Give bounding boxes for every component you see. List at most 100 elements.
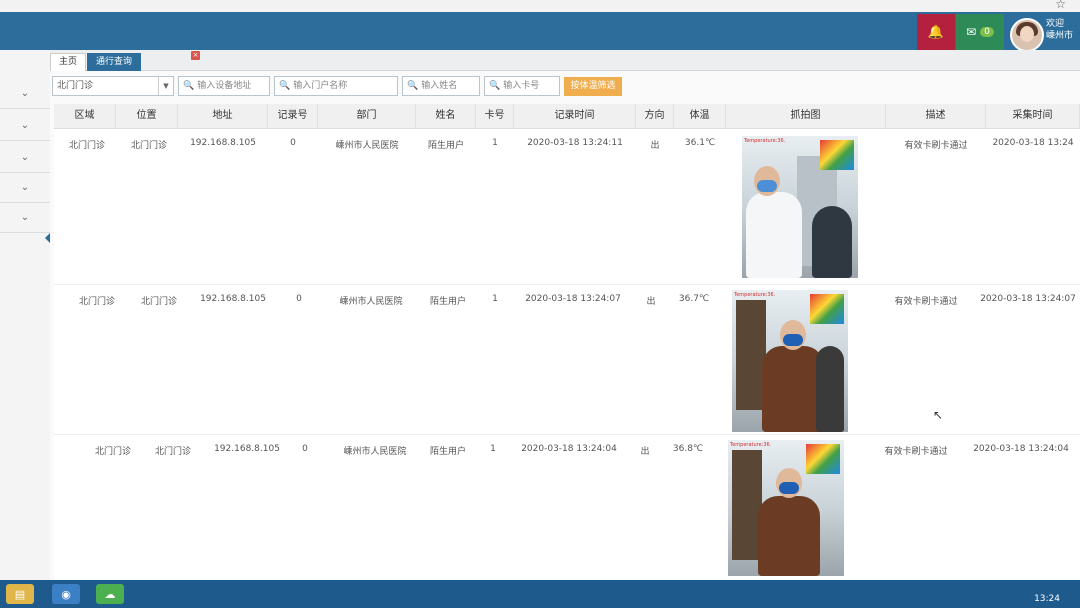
- table-row[interactable]: 北门门诊 北门门诊 192.168.8.105 0 嵊州市人民医院 陌生用户 1…: [54, 434, 1080, 580]
- column-header[interactable]: 部门: [318, 104, 416, 128]
- cell-location: 北门门诊: [154, 447, 191, 457]
- cell-record-time: 2020-03-18 13:24:04: [521, 444, 617, 454]
- notifications-button[interactable]: 🔔: [917, 14, 955, 50]
- cell-temperature: 36.8℃: [672, 444, 704, 454]
- records-table: 区域 位置 地址 记录号 部门 姓名 卡号 记录时间 方向 体温 抓拍图 描述 …: [54, 104, 1080, 580]
- column-header[interactable]: 区域: [54, 104, 116, 128]
- taskbar-clock: 13:24: [1034, 594, 1060, 604]
- cell-direction: 出: [640, 447, 650, 457]
- chevron-down-icon: ⌄: [20, 151, 30, 163]
- mouse-cursor-icon: ↖: [933, 408, 944, 422]
- photo-banner: Temperature:36.: [730, 442, 772, 448]
- photo-person-bg: [812, 206, 852, 278]
- area-select[interactable]: 北门门诊 ▼: [52, 76, 174, 96]
- search-icon: 🔍: [279, 81, 291, 91]
- main-content: 主页 通行查询 × 北门门诊 ▼ 🔍 输入设备地址 🔍 输入门户名称 🔍 输入姓…: [50, 50, 1080, 580]
- column-header[interactable]: 位置: [116, 104, 178, 128]
- snapshot-photo[interactable]: Temperature:36.: [742, 136, 858, 278]
- cell-address: 192.168.8.105: [214, 444, 280, 454]
- door-name-placeholder: 输入门户名称: [293, 81, 348, 91]
- chevron-down-icon: ⌄: [20, 87, 30, 99]
- sidebar-item-1[interactable]: ⌄: [0, 78, 50, 109]
- name-input[interactable]: 🔍 输入姓名: [402, 76, 480, 96]
- thermal-overlay: [820, 140, 854, 170]
- column-header[interactable]: 采集时间: [986, 104, 1080, 128]
- table-row[interactable]: 北门门诊 北门门诊 192.168.8.105 0 嵊州市人民医院 陌生用户 1…: [54, 284, 1080, 435]
- photo-person: [758, 496, 820, 576]
- column-header[interactable]: 描述: [886, 104, 986, 128]
- photo-mask: [779, 482, 799, 494]
- photo-banner: Temperature:36.: [744, 138, 786, 144]
- cell-description: 有效卡刷卡通过: [894, 297, 958, 307]
- cell-collect-time: 2020-03-18 13:24: [992, 138, 1074, 148]
- sidebar-item-2[interactable]: ⌄: [0, 110, 50, 141]
- name-placeholder: 输入姓名: [421, 81, 458, 91]
- cell-collect-time: 2020-03-18 13:24:07: [980, 294, 1076, 304]
- welcome-line1: 欢迎: [1046, 19, 1065, 29]
- sidebar-item-5[interactable]: ⌄: [0, 202, 50, 233]
- close-icon[interactable]: ×: [191, 51, 200, 60]
- sidebar-item-3[interactable]: ⌄: [0, 142, 50, 173]
- area-select-value: 北门门诊: [57, 81, 94, 91]
- file-explorer-icon[interactable]: ▤: [6, 584, 34, 604]
- cell-area: 北门门诊: [68, 141, 105, 151]
- filter-bar: 北门门诊 ▼ 🔍 输入设备地址 🔍 输入门户名称 🔍 输入姓名 🔍 输入卡号 按…: [50, 74, 1080, 100]
- cell-department: 嵊州市人民医院: [343, 447, 407, 457]
- cell-department: 嵊州市人民医院: [339, 297, 403, 307]
- chevron-down-icon: ▼: [158, 77, 173, 95]
- cell-temperature: 36.7℃: [678, 294, 710, 304]
- temperature-filter-button[interactable]: 按体温筛选: [564, 77, 622, 96]
- thermal-overlay: [806, 444, 840, 474]
- cell-record-time: 2020-03-18 13:24:07: [525, 294, 621, 304]
- cell-card: 1: [490, 444, 496, 454]
- table-row[interactable]: 北门门诊 北门门诊 192.168.8.105 0 嵊州市人民医院 陌生用户 1…: [54, 128, 1080, 285]
- cell-record-no: 0: [302, 444, 308, 454]
- cell-address: 192.168.8.105: [190, 138, 256, 148]
- cell-name: 陌生用户: [429, 297, 466, 307]
- avatar-face: [1020, 26, 1034, 42]
- bookmark-star-icon[interactable]: ☆: [1055, 0, 1066, 11]
- cell-location: 北门门诊: [130, 141, 167, 151]
- tab-home[interactable]: 主页: [50, 53, 87, 71]
- os-taskbar: ▤ ◉ ☁: [0, 580, 1080, 608]
- chevron-down-icon: ⌄: [20, 211, 30, 223]
- photo-banner: Temperature:36.: [734, 292, 776, 298]
- cell-description: 有效卡刷卡通过: [904, 141, 968, 151]
- welcome-text: 欢迎 嵊州市: [1046, 18, 1073, 42]
- card-number-input[interactable]: 🔍 输入卡号: [484, 76, 560, 96]
- snapshot-photo[interactable]: Temperature:36.: [728, 440, 844, 576]
- wechat-icon[interactable]: ☁: [96, 584, 124, 604]
- column-header[interactable]: 地址: [178, 104, 268, 128]
- column-header[interactable]: 记录号: [268, 104, 318, 128]
- snapshot-photo[interactable]: Temperature:36.: [732, 290, 848, 432]
- cell-record-time: 2020-03-18 13:24:11: [527, 138, 623, 148]
- chevron-down-icon: ⌄: [20, 181, 30, 193]
- column-header[interactable]: 姓名: [416, 104, 476, 128]
- mail-icon: ✉: [966, 25, 977, 39]
- search-icon: 🔍: [183, 81, 195, 91]
- welcome-user: 嵊州市: [1046, 31, 1074, 41]
- bell-icon: 🔔: [927, 24, 945, 40]
- chrome-icon[interactable]: ◉: [52, 584, 80, 604]
- photo-mask: [757, 180, 777, 192]
- browser-top-strip: [0, 0, 1080, 12]
- cell-record-no: 0: [296, 294, 302, 304]
- column-header[interactable]: 体温: [674, 104, 726, 128]
- table-header: 区域 位置 地址 记录号 部门 姓名 卡号 记录时间 方向 体温 抓拍图 描述 …: [54, 104, 1080, 129]
- column-header[interactable]: 方向: [636, 104, 674, 128]
- chevron-down-icon: ⌄: [20, 119, 30, 131]
- card-number-placeholder: 输入卡号: [503, 81, 540, 91]
- column-header[interactable]: 记录时间: [514, 104, 636, 128]
- messages-button[interactable]: ✉ 0: [956, 14, 1004, 50]
- column-header[interactable]: 卡号: [476, 104, 514, 128]
- thermal-overlay: [810, 294, 844, 324]
- search-icon: 🔍: [489, 81, 501, 91]
- avatar[interactable]: [1010, 18, 1044, 52]
- column-header[interactable]: 抓拍图: [726, 104, 886, 128]
- sidebar-item-4[interactable]: ⌄: [0, 172, 50, 203]
- tab-access-query[interactable]: 通行查询: [87, 53, 142, 71]
- device-address-input[interactable]: 🔍 输入设备地址: [178, 76, 270, 96]
- device-address-placeholder: 输入设备地址: [197, 81, 252, 91]
- mail-count-badge: 0: [980, 27, 994, 37]
- door-name-input[interactable]: 🔍 输入门户名称: [274, 76, 398, 96]
